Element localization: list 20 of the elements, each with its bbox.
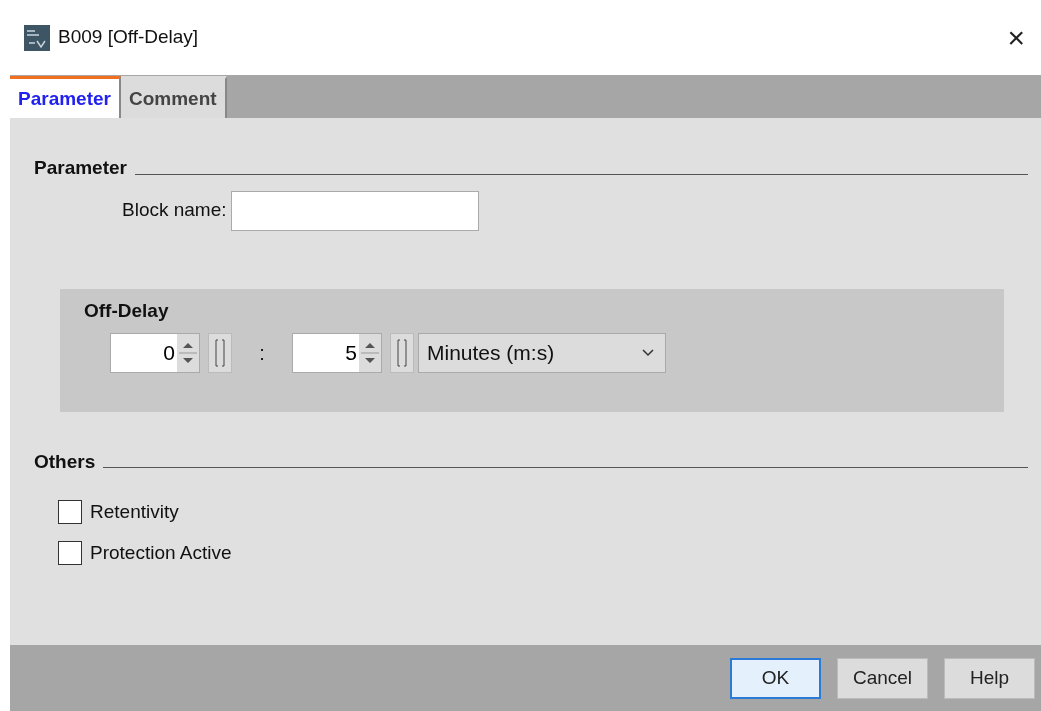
field-label: Block name: xyxy=(122,198,227,223)
checkbox-label: Retentivity xyxy=(90,500,179,524)
chevron-icon xyxy=(641,348,655,358)
unit-dropdown[interactable]: Minutes (m:s) xyxy=(418,333,666,373)
window-title: B009 [Off-Delay] xyxy=(58,25,199,50)
app-icon xyxy=(24,24,50,51)
close-button[interactable]: × xyxy=(1003,22,1029,53)
checkbox[interactable] xyxy=(58,500,82,525)
block-name-field[interactable] xyxy=(230,190,479,231)
checkbox[interactable] xyxy=(58,540,82,565)
tab[interactable]: Parameter xyxy=(10,75,121,118)
checkbox-label: Protection Active xyxy=(90,540,232,565)
tab[interactable]: Comment xyxy=(120,75,227,118)
dialog-button[interactable]: Help xyxy=(944,657,1035,699)
section-heading: Parameter xyxy=(34,156,127,180)
dialog-button[interactable]: Cancel xyxy=(837,657,928,699)
dialog-button[interactable]: OK xyxy=(730,657,821,699)
separator-text: : xyxy=(258,341,266,366)
section-heading: Others xyxy=(34,449,96,474)
group-heading: Off-Delay xyxy=(84,298,170,323)
